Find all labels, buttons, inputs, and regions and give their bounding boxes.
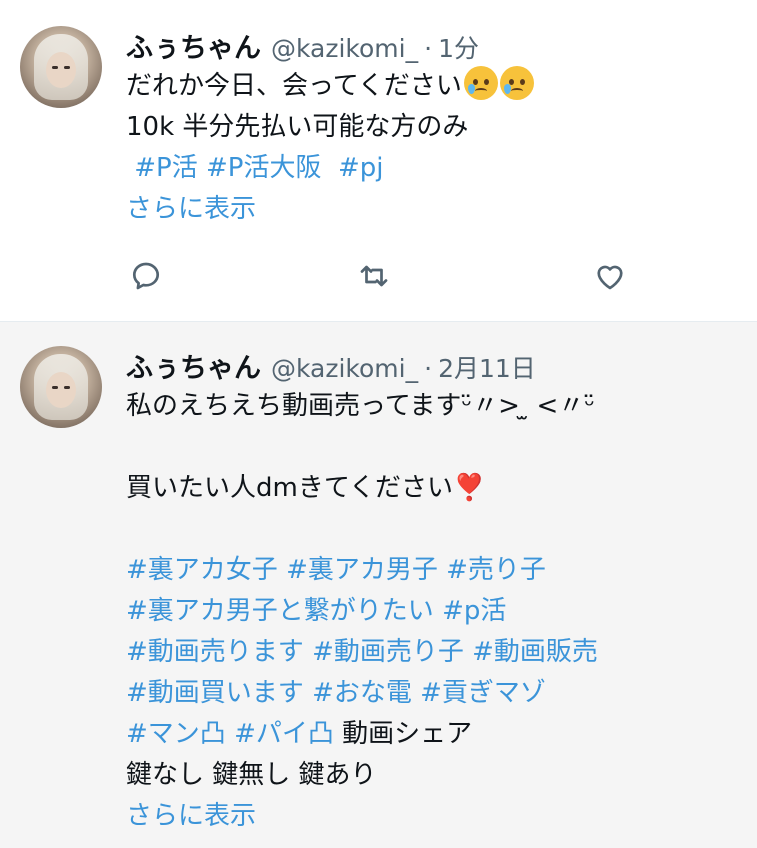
retweet-icon (360, 265, 388, 287)
heart-icon (597, 265, 623, 290)
hashtag-line: #P活 #P活大阪 #pj (126, 148, 737, 189)
hashtag[interactable]: #動画買います (126, 678, 304, 708)
reply-button[interactable] (128, 258, 164, 294)
user-handle[interactable]: @kazikomi_ (271, 34, 418, 63)
hashtag[interactable]: #裏アカ男子 (286, 555, 438, 585)
avatar[interactable] (20, 26, 102, 108)
heart-exclamation-icon: ❣️ (453, 473, 486, 503)
tweet-text-line: だれか今日、会ってください (126, 66, 737, 107)
tweet-text: 買いたい人dmきてください (126, 473, 454, 503)
crying-face-icon (463, 66, 498, 100)
hashtag[interactable]: #裏アカ男子と繋がりたい (126, 596, 434, 626)
tweet-text: 私のえちえち動画売ってますᵕ̈〃> ̫ <〃ᵕ̈ (126, 391, 596, 421)
tweet-text: 動画シェア (342, 719, 473, 749)
hashtag[interactable]: #おな電 (312, 678, 412, 708)
tweet-content: ふぅちゃん @kazikomi_ · 2月11日 私のえちえち動画売ってますᵕ̈… (126, 346, 737, 848)
tweet-text: だれか今日、会ってください (126, 71, 462, 101)
avatar[interactable] (20, 346, 102, 428)
tweet-header: ふぅちゃん @kazikomi_ · 2月11日 (126, 346, 737, 384)
hashtag-line: #マン凸 #パイ凸 動画シェア (126, 714, 737, 755)
tweet-header: ふぅちゃん @kazikomi_ · 1分 (126, 26, 737, 64)
tweet-feed: ふぅちゃん @kazikomi_ · 1分 だれか今日、会ってください 10k … (0, 0, 757, 848)
display-name[interactable]: ふぅちゃん (126, 346, 261, 385)
hashtag-line: #裏アカ男子と繋がりたい #p活 (126, 591, 737, 632)
tweet[interactable]: ふぅちゃん @kazikomi_ · 1分 だれか今日、会ってください 10k … (0, 0, 757, 322)
retweet-button[interactable] (356, 258, 392, 294)
like-button[interactable] (592, 258, 628, 294)
crying-face-icon (499, 66, 534, 100)
tweet-text: 10k 半分先払い可能な方のみ (126, 112, 469, 142)
display-name[interactable]: ふぅちゃん (126, 26, 261, 65)
hashtag[interactable]: #P活 (134, 153, 197, 183)
hashtag[interactable]: #貢ぎマゾ (420, 678, 546, 708)
hashtag[interactable]: #動画売り子 (312, 637, 464, 667)
tweet-text: 鍵なし 鍵無し 鍵あり (126, 760, 377, 790)
timestamp[interactable]: 1分 (438, 29, 479, 65)
hashtag-line: #裏アカ女子 #裏アカ男子 #売り子 (126, 550, 737, 591)
hashtag[interactable]: #pj (338, 153, 384, 183)
hashtag-line: #動画買います #おな電 #貢ぎマゾ (126, 673, 737, 714)
tweet-text-line: 買いたい人dmきてください❣️ (126, 468, 737, 509)
hashtag-line: #動画売ります #動画売り子 #動画販売 (126, 632, 737, 673)
show-more-link[interactable]: さらに表示 (126, 189, 737, 230)
timestamp[interactable]: 2月11日 (438, 349, 536, 385)
tweet-actions (128, 258, 628, 298)
hashtag[interactable]: #マン凸 (126, 719, 226, 749)
hashtag[interactable]: #動画販売 (472, 637, 598, 667)
hashtag[interactable]: #裏アカ女子 (126, 555, 278, 585)
hashtag[interactable]: #P活大阪 (206, 153, 321, 183)
separator: · (424, 34, 433, 63)
show-more-link[interactable]: さらに表示 (126, 796, 737, 837)
hashtag[interactable]: #動画売ります (126, 637, 304, 667)
user-handle[interactable]: @kazikomi_ (271, 354, 418, 383)
separator: · (424, 354, 433, 383)
hashtag[interactable]: #パイ凸 (234, 719, 334, 749)
hashtag[interactable]: #売り子 (446, 555, 546, 585)
reply-icon (132, 262, 160, 290)
tweet[interactable]: ふぅちゃん @kazikomi_ · 2月11日 私のえちえち動画売ってますᵕ̈… (0, 322, 757, 848)
hashtag[interactable]: #p活 (442, 596, 506, 626)
